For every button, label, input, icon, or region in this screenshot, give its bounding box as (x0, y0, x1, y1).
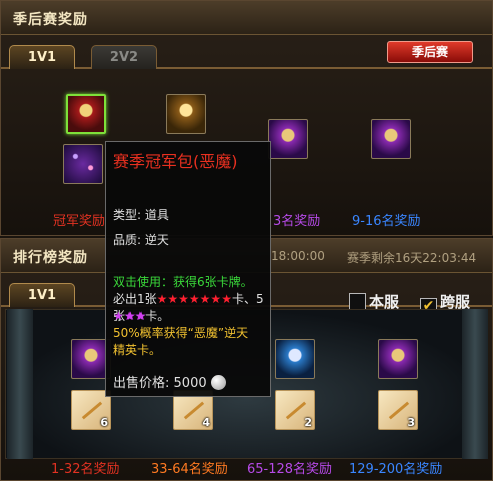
ranking-tab-1v1[interactable]: 1V1 (9, 283, 75, 307)
tab-2v2[interactable]: 2V2 (91, 45, 157, 69)
tooltip-usage: 双击使用：获得6张卡牌。 (113, 275, 253, 289)
red-stars: ★★★★★★★ (156, 292, 232, 306)
rank65-128-label: 65-128名奖励 (247, 462, 333, 477)
rank1-count: 6 (100, 416, 108, 429)
tooltip-chance-cont: 精英卡。 (113, 343, 162, 357)
champion-reward-label: 冠军奖励 (53, 214, 106, 229)
rank65-count: 2 (304, 416, 312, 429)
champion-pack-icon[interactable] (66, 94, 106, 134)
ninth-pack-icon[interactable] (371, 119, 411, 159)
third-pack-icon[interactable] (268, 119, 308, 159)
tooltip-chance: 50%概率获得“恶魔”逆天 (113, 326, 249, 340)
third-reward-label: 3名奖励 (273, 214, 321, 229)
rank129-200-label: 129-200名奖励 (349, 462, 443, 477)
right-pillar (462, 309, 488, 459)
ranking-title: 排行榜奖励 (13, 250, 88, 266)
rank9-16-reward-label: 9-16名奖励 (352, 214, 421, 229)
playoff-tabbar: 1V1 2V2 季后赛 (1, 39, 492, 69)
season-remaining: 赛季剩余16天22:03:44 (347, 251, 477, 265)
playoff-title: 季后赛奖励 (13, 12, 88, 28)
rank65-pack-icon[interactable] (275, 339, 315, 379)
rank33-count: 4 (202, 416, 210, 429)
tooltip-type: 类型: 道具 (113, 208, 169, 222)
tooltip-guarantee-cont: ★★★卡。 (113, 309, 170, 323)
playoff-header: 季后赛奖励 (1, 1, 492, 35)
price-value: 5000 (173, 376, 207, 391)
checkbox-empty-icon (349, 293, 366, 310)
rank129-count: 3 (407, 416, 415, 429)
rank33-64-label: 33-64名奖励 (151, 462, 228, 477)
playoff-button[interactable]: 季后赛 (387, 41, 473, 63)
rank129-scroll-icon[interactable]: 3 (378, 390, 418, 430)
rank129-pack-icon[interactable] (378, 339, 418, 379)
time-partial: 18:00:00 (271, 249, 325, 263)
runnerup-pack-icon[interactable] (166, 94, 206, 134)
tooltip-price: 出售价格: 5000 (113, 372, 226, 391)
tooltip-title: 赛季冠军包(恶魔) (113, 152, 238, 171)
rank65-scroll-icon[interactable]: 2 (275, 390, 315, 430)
left-pillar (7, 309, 33, 459)
rank1-32-label: 1-32名奖励 (51, 462, 120, 477)
nebula-card-icon[interactable] (63, 144, 103, 184)
item-tooltip: 赛季冠军包(恶魔) 类型: 道具 品质: 逆天 双击使用：获得6张卡牌。 必出1… (105, 141, 271, 397)
silver-coin-icon (210, 375, 226, 390)
tab-1v1[interactable]: 1V1 (9, 45, 75, 69)
tooltip-quality: 品质: 逆天 (113, 233, 169, 247)
